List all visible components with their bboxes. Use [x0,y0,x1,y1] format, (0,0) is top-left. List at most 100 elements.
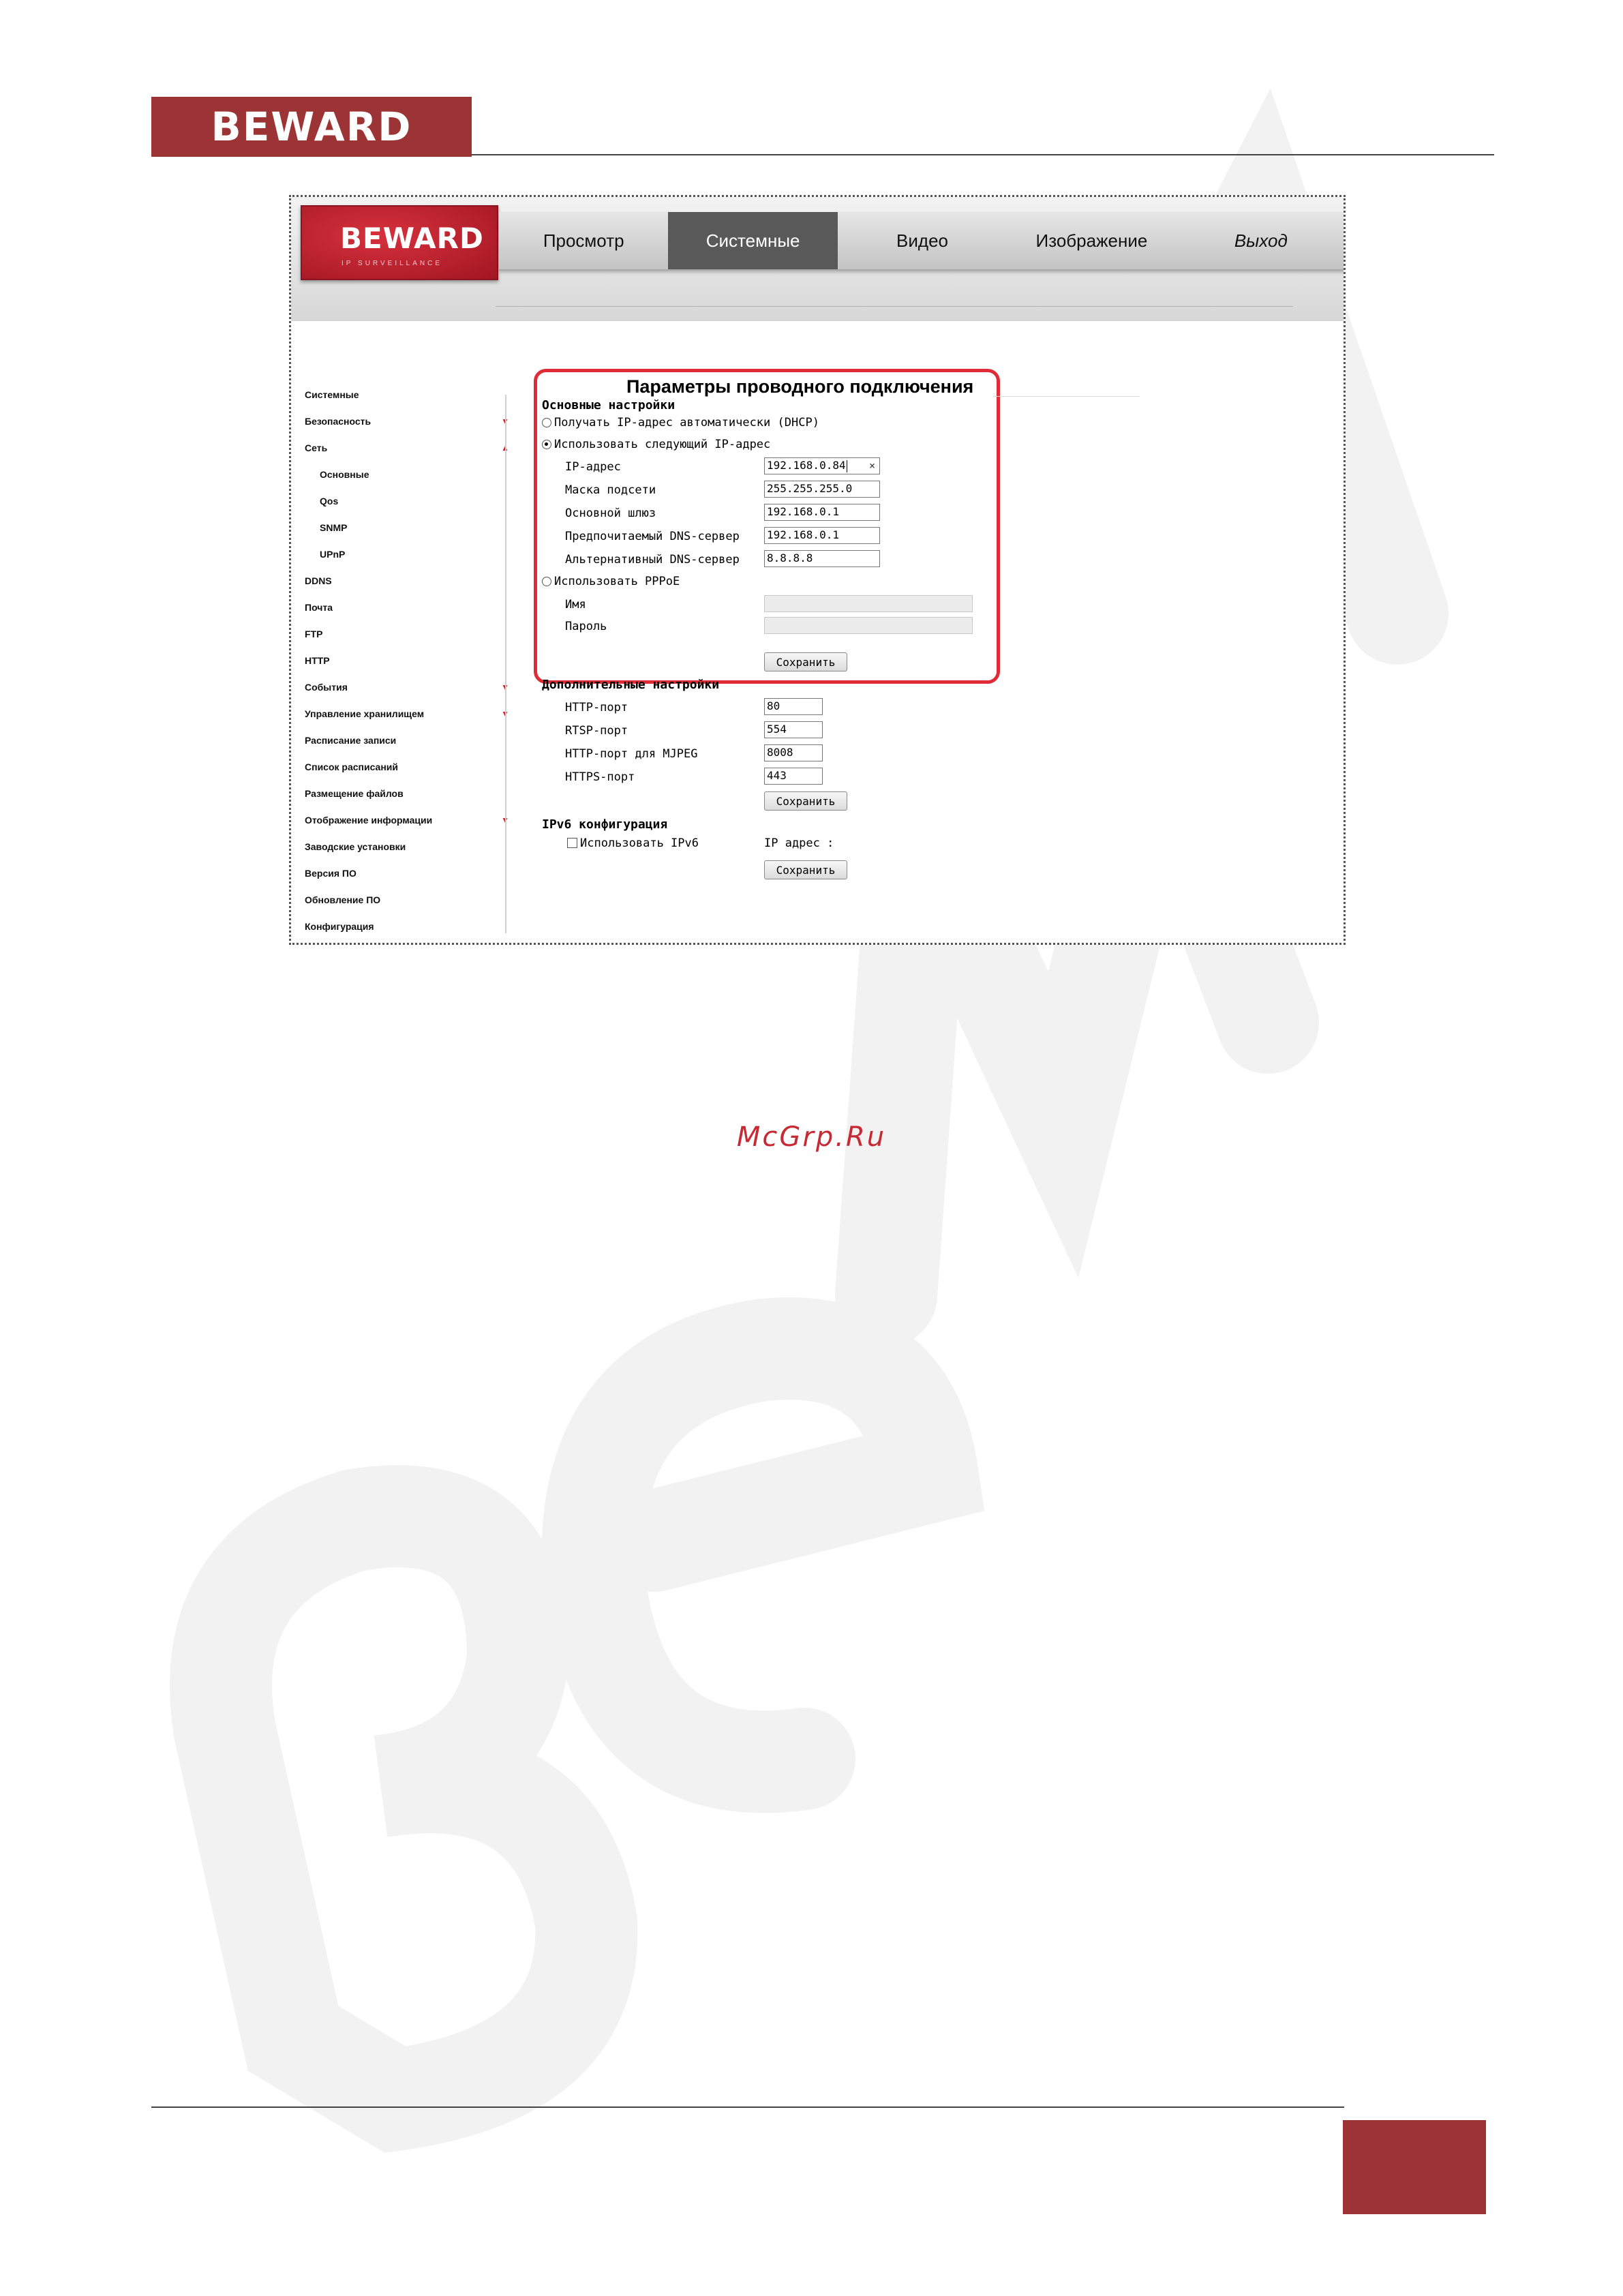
menu-logout[interactable]: Выход [1177,212,1344,269]
sidebar-item-label: SNMP [320,522,348,533]
ipv6-address-label: IP адрес : [764,836,834,850]
gateway-label: Основной шлюз [565,507,656,520]
sidebar-item-label: Размещение файлов [305,787,404,799]
sidebar-item-ddns[interactable]: DDNS [305,567,509,594]
sidebar-item-upnp[interactable]: UPnP [305,541,509,567]
pppoe-password-input[interactable] [764,617,973,634]
rtsp-port-label: RTSP-порт [565,724,628,738]
save-basic-button[interactable]: Сохранить [764,652,847,671]
sidebar-item-label: HTTP [305,654,330,666]
sidebar-item-file-location[interactable]: Размещение файлов [305,780,509,806]
pppoe-password-label: Пароль [565,620,607,633]
ip-address-label: IP-адрес [565,460,621,474]
sidebar-item-basic[interactable]: Основные [305,461,509,487]
sidebar-item-label: DDNS [305,575,332,586]
sidebar-item-system[interactable]: Системные [305,381,509,408]
sidebar-item-label: Список расписаний [305,761,399,772]
camera-ui-frame: BEWARD IP SURVEILLANCE Просмотр Системны… [289,195,1346,945]
sidebar-item-label: Обновление ПО [305,894,381,905]
rtsp-port-input[interactable]: 554 [764,721,823,738]
sidebar-item-label: Версия ПО [305,867,357,879]
subnet-mask-label: Маска подсети [565,483,656,497]
save-advanced-button[interactable]: Сохранить [764,791,847,811]
sidebar-item-firmware-update[interactable]: Обновление ПО [305,886,509,913]
sidebar-item-label: Заводские установки [305,841,406,852]
menu-image[interactable]: Изображение [1007,212,1176,269]
sidebar-item-label: Сеть [305,442,328,453]
page-title: Параметры проводного подключения [626,376,974,397]
use-ipv6-checkbox[interactable] [567,838,577,848]
camera-logo-tagline: IP SURVEILLANCE [342,260,443,267]
pppoe-label: Использовать PPPoE [554,575,680,588]
pppoe-name-input[interactable] [764,595,973,612]
sidebar-item-label: FTP [305,628,323,639]
basic-settings-heading: Основные настройки [542,398,676,412]
sidebar-item-label: Отображение информации [305,814,433,826]
http-port-input[interactable]: 80 [764,698,823,715]
sidebar-item-label: Управление хранилищем [305,708,425,719]
clear-icon[interactable]: × [869,458,875,473]
document-logo: BEWARD [151,97,472,157]
sidebar-item-security[interactable]: Безопасность▼ [305,408,509,434]
top-bar-divider [496,306,1293,307]
use-ipv6-label: Использовать IPv6 [580,836,699,850]
main-menu: Просмотр Системные Видео Изображение Вых… [499,212,1344,271]
https-port-label: HTTPS-порт [565,770,635,784]
title-divider [993,396,1140,397]
sidebar-item-label: Qos [320,495,339,507]
ip-address-value: 192.168.0.84 [767,459,846,472]
static-ip-label: Использовать следующий IP-адрес [554,438,771,451]
menu-video[interactable]: Видео [838,212,1007,269]
sidebar-item-label: Основные [320,468,369,480]
sidebar-item-mail[interactable]: Почта [305,594,509,620]
footer-site-link[interactable]: McGrp.Ru [0,1121,1623,1153]
dhcp-radio[interactable] [542,418,551,427]
sidebar-item-network[interactable]: Сеть▲ [305,434,509,461]
mjpeg-port-input[interactable]: 8008 [764,744,823,761]
camera-logo-text: BEWARD [340,222,484,255]
sidebar-item-storage[interactable]: Управление хранилищем▼ [305,700,509,727]
sidebar-item-snmp[interactable]: SNMP [305,514,509,541]
sidebar-item-label: События [305,681,348,693]
pppoe-radio[interactable] [542,577,551,586]
menu-system[interactable]: Системные [668,212,838,269]
sidebar-item-ftp[interactable]: FTP [305,620,509,647]
sidebar-item-http[interactable]: HTTP [305,647,509,674]
dhcp-label: Получать IP-адрес автоматически (DHCP) [554,416,819,429]
camera-logo: BEWARD IP SURVEILLANCE [301,205,498,280]
ipv6-heading: IPv6 конфигурация [542,817,668,832]
sidebar-item-record-schedule[interactable]: Расписание записи [305,727,509,753]
ip-address-input[interactable]: 192.168.0.84 × [764,457,880,474]
sidebar-item-firmware-version[interactable]: Версия ПО [305,860,509,886]
sidebar: Системные Безопасность▼ Сеть▲ Основные Q… [305,381,509,939]
advanced-settings-heading: Дополнительные настройки [542,678,720,692]
sidebar-item-factory-reset[interactable]: Заводские установки [305,833,509,860]
gateway-input[interactable]: 192.168.0.1 [764,504,880,521]
sidebar-item-events[interactable]: События▼ [305,674,509,700]
alternate-dns-label: Альтернативный DNS-сервер [565,553,740,567]
static-ip-radio[interactable] [542,440,551,449]
save-ipv6-button[interactable]: Сохранить [764,860,847,879]
sidebar-item-label: Конфигурация [305,920,374,932]
sidebar-item-label: Почта [305,601,333,613]
sidebar-item-label: Расписание записи [305,734,397,746]
sidebar-item-label: UPnP [320,548,346,560]
menu-view[interactable]: Просмотр [499,212,668,269]
http-port-label: HTTP-порт [565,701,628,714]
sidebar-item-qos[interactable]: Qos [305,487,509,514]
sidebar-item-label: Безопасность [305,415,371,427]
sidebar-item-label: Системные [305,389,359,400]
preferred-dns-label: Предпочитаемый DNS-сервер [565,530,740,543]
sidebar-divider [505,395,506,933]
footer-divider [151,2106,1344,2108]
https-port-input[interactable]: 443 [764,768,823,785]
subnet-mask-input[interactable]: 255.255.255.0 [764,481,880,498]
alternate-dns-input[interactable]: 8.8.8.8 [764,550,880,567]
header-divider [472,154,1494,155]
sidebar-item-osd[interactable]: Отображение информации▼ [305,806,509,833]
sidebar-item-configuration[interactable]: Конфигурация [305,913,509,939]
page-number-box [1343,2120,1486,2214]
preferred-dns-input[interactable]: 192.168.0.1 [764,527,880,544]
sidebar-item-schedule-list[interactable]: Список расписаний [305,753,509,780]
mjpeg-port-label: HTTP-порт для MJPEG [565,747,698,761]
